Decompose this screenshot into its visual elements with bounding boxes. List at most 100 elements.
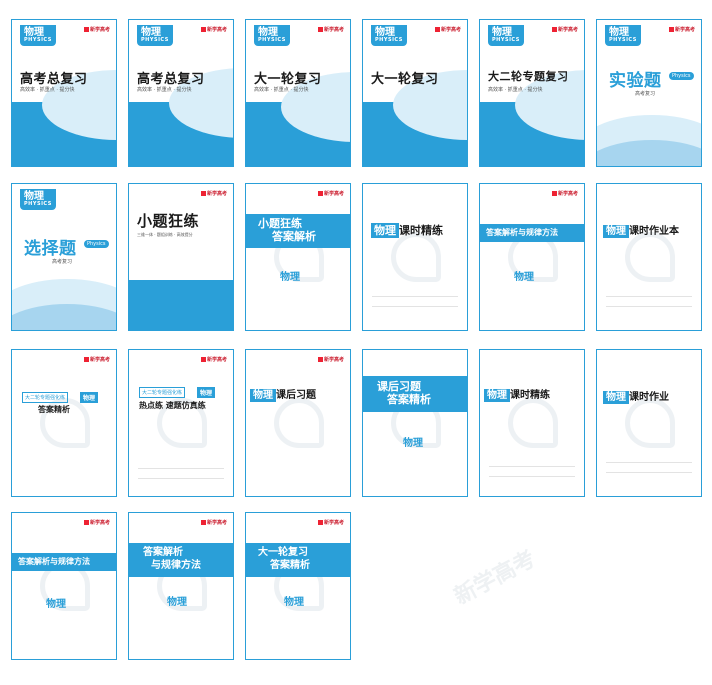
page-watermark: 新学高考 bbox=[450, 546, 540, 610]
brand-logo: 新学高考 bbox=[317, 356, 344, 363]
class-line bbox=[606, 472, 692, 473]
cover-title: 答案精析 bbox=[38, 405, 70, 414]
cover-subtitle: 高效率 · 抓重点 · 提分快 bbox=[137, 87, 192, 93]
subject-tab: 物理 PHYSICS bbox=[20, 189, 56, 210]
cover-title: 高考总复习 bbox=[137, 72, 205, 87]
subject-label: 物理 bbox=[167, 597, 187, 608]
subject-tag: 物理 bbox=[197, 387, 216, 398]
cover-9[interactable]: 新学高考 小题狂练 答案解析 物理 bbox=[245, 183, 351, 331]
watermark-logo bbox=[508, 398, 558, 448]
cover-title: 答案解析与规律方法 bbox=[143, 547, 201, 571]
cover-4[interactable]: 物理 PHYSICS 新学高考 大一轮复习 bbox=[362, 19, 468, 167]
cover-title: 大一轮复习 答案精析 bbox=[258, 547, 310, 571]
name-line bbox=[138, 468, 224, 469]
subject-tab: 物理 PHYSICS bbox=[371, 25, 407, 46]
cover-14[interactable]: 新学高考 大二轮专题强化练 物理 热点练 速题仿真练 bbox=[128, 349, 234, 497]
physics-pill: Physics bbox=[669, 72, 694, 80]
brand-logo: 新学高考 bbox=[317, 190, 344, 197]
cover-subtitle: 三维一体 · 题组训练 · 高效提分 bbox=[137, 232, 193, 237]
class-line bbox=[138, 478, 224, 479]
class-line bbox=[372, 306, 458, 307]
cover-title: 物理 课时精练 bbox=[371, 222, 443, 238]
cover-title: 答案解析与规律方法 bbox=[18, 557, 90, 566]
cover-title: 大一轮复习 bbox=[254, 72, 322, 87]
cover-8[interactable]: 新学高考 小题狂练 三维一体 · 题组训练 · 高效提分 bbox=[128, 183, 234, 331]
cover-11[interactable]: 新学高考 答案解析与规律方法 物理 bbox=[479, 183, 585, 331]
brand-logo: 新学高考 bbox=[200, 190, 227, 197]
subject-label: 物理 bbox=[514, 272, 534, 283]
cover-title: 大一轮复习 bbox=[371, 72, 439, 87]
brand-logo: 新学高考 bbox=[317, 519, 344, 526]
cover-title: 小题狂练 答案解析 bbox=[258, 217, 316, 243]
cover-7[interactable]: 物理 PHYSICS 选择题 Physics 高考复习 bbox=[11, 183, 117, 331]
cover-subtitle: 高效率 · 抓重点 · 提分快 bbox=[254, 87, 309, 93]
subject-tab: 物理 PHYSICS bbox=[605, 25, 641, 46]
subject-label: 物理 bbox=[284, 597, 304, 608]
cover-subtitle: 高效率 · 抓重点 · 提分快 bbox=[488, 87, 543, 93]
brand-logo: 新学高考 bbox=[83, 26, 110, 33]
cover-title: 小题狂练 bbox=[137, 212, 200, 230]
kicker-label: 大二轮专题强化练 bbox=[139, 387, 186, 398]
cover-title: 答案解析与规律方法 bbox=[486, 228, 558, 237]
cover-19[interactable]: 新学高考 答案解析与规律方法 物理 bbox=[11, 512, 117, 660]
watermark-logo bbox=[274, 398, 324, 448]
brand-logo: 新学高考 bbox=[434, 26, 461, 33]
kicker-label: 大二轮专题强化练 bbox=[22, 392, 69, 403]
cover-band bbox=[129, 280, 233, 330]
cover-title: 热点练 速题仿真练 bbox=[139, 401, 206, 410]
cover-subtitle: 高考复习 bbox=[52, 259, 73, 265]
subject-label: 物理 bbox=[46, 599, 66, 610]
subject-tab: 物理 PHYSICS bbox=[488, 25, 524, 46]
cover-12[interactable]: 物理 课时作业本 bbox=[596, 183, 702, 331]
cover-title: 物理 课时精练 bbox=[484, 386, 550, 402]
cover-2[interactable]: 物理 PHYSICS 新学高考 高考总复习 高效率 · 抓重点 · 提分快 bbox=[128, 19, 234, 167]
brand-logo: 新学高考 bbox=[83, 519, 110, 526]
cover-title: 大二轮专题复习 bbox=[488, 70, 569, 83]
cover-6[interactable]: 物理 PHYSICS 新学高考 实验题 Physics 高考复习 bbox=[596, 19, 702, 167]
subject-label: 物理 bbox=[403, 438, 423, 449]
class-line bbox=[489, 476, 575, 477]
name-line bbox=[606, 296, 692, 297]
cover-title: 选择题 bbox=[24, 239, 77, 259]
cover-21[interactable]: 新学高考 大一轮复习 答案精析 物理 bbox=[245, 512, 351, 660]
watermark-logo bbox=[625, 398, 675, 448]
cover-18[interactable]: 物理 课时作业 bbox=[596, 349, 702, 497]
cover-title: 物理 课后习题 bbox=[250, 386, 316, 402]
cover-13[interactable]: 新学高考 大二轮专题强化练 物理 答案精析 bbox=[11, 349, 117, 497]
cover-3[interactable]: 物理 PHYSICS 新学高考 大一轮复习 高效率 · 抓重点 · 提分快 bbox=[245, 19, 351, 167]
cover-title: 物理 课时作业本 bbox=[603, 222, 679, 238]
cover-1[interactable]: 物理 PHYSICS 新学高考 高考总复习 高效率 · 抓重点 · 提分快 bbox=[11, 19, 117, 167]
name-line bbox=[606, 462, 692, 463]
cover-subtitle: 高效率 · 抓重点 · 提分快 bbox=[20, 87, 75, 93]
brand-logo: 新学高考 bbox=[668, 26, 695, 33]
class-line bbox=[606, 306, 692, 307]
cover-subtitle: 高考复习 bbox=[635, 91, 656, 97]
watermark-logo bbox=[625, 232, 675, 282]
brand-logo: 新学高考 bbox=[551, 26, 578, 33]
cover-20[interactable]: 新学高考 答案解析 与规律方法 物理 bbox=[128, 512, 234, 660]
cover-5[interactable]: 物理 PHYSICS 新学高考 大二轮专题复习 高效率 · 抓重点 · 提分快 bbox=[479, 19, 585, 167]
brand-logo: 新学高考 bbox=[83, 356, 110, 363]
name-line bbox=[489, 466, 575, 467]
brand-logo: 新学高考 bbox=[200, 519, 227, 526]
brand-logo: 新学高考 bbox=[200, 26, 227, 33]
subject-tab: 物理 PHYSICS bbox=[20, 25, 56, 46]
cover-10[interactable]: 物理 课时精练 bbox=[362, 183, 468, 331]
cover-title: 物理 课时作业 bbox=[603, 388, 669, 404]
name-line bbox=[372, 296, 458, 297]
cover-17[interactable]: 物理 课时精练 bbox=[479, 349, 585, 497]
subject-tab: 物理 PHYSICS bbox=[254, 25, 290, 46]
subject-tab: 物理 PHYSICS bbox=[137, 25, 173, 46]
cover-16[interactable]: 课后习题 答案精析 物理 bbox=[362, 349, 468, 497]
cover-title: 实验题 bbox=[609, 71, 662, 91]
brand-logo: 新学高考 bbox=[317, 26, 344, 33]
physics-pill: Physics bbox=[84, 240, 109, 248]
watermark-logo bbox=[391, 232, 441, 282]
cover-15[interactable]: 新学高考 物理 课后习题 bbox=[245, 349, 351, 497]
subject-label: 物理 bbox=[280, 272, 300, 283]
cover-title: 高考总复习 bbox=[20, 72, 88, 87]
brand-logo: 新学高考 bbox=[200, 356, 227, 363]
cover-title: 课后习题 答案精析 bbox=[377, 380, 431, 406]
cover-gallery: 物理 PHYSICS 新学高考 高考总复习 高效率 · 抓重点 · 提分快 物理 P… bbox=[0, 0, 712, 685]
subject-tag: 物理 bbox=[80, 392, 99, 403]
